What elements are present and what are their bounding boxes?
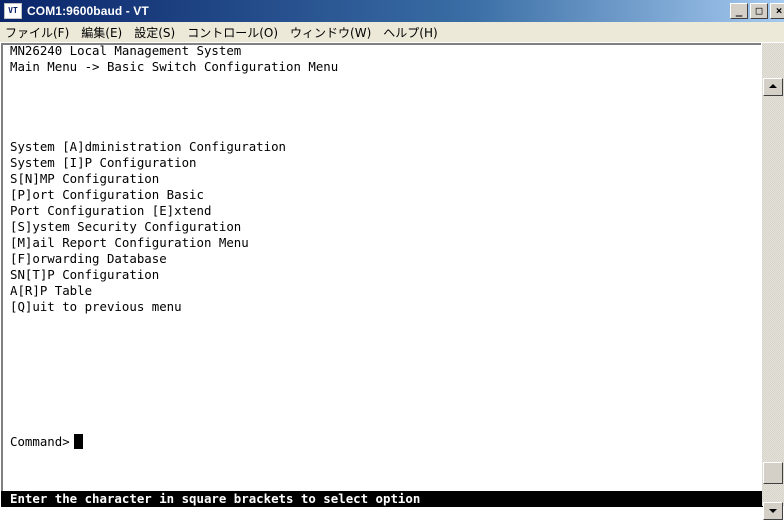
- menu-option-arp[interactable]: A[R]P Table: [10, 283, 92, 299]
- command-line[interactable]: Command>: [10, 434, 83, 450]
- menu-option-forwarding[interactable]: [F]orwarding Database: [10, 251, 167, 267]
- arrow-up-icon: [769, 84, 777, 88]
- menu-option-administration[interactable]: System [A]dministration Configuration: [10, 139, 286, 155]
- maximize-button[interactable]: □: [750, 3, 768, 19]
- close-button[interactable]: ×: [770, 3, 784, 19]
- minimize-button[interactable]: _: [730, 3, 748, 19]
- vertical-scrollbar[interactable]: [762, 43, 784, 520]
- terminal-window: VT COM1:9600baud - VT _ □ × ファイル(F) 編集(E…: [0, 0, 784, 520]
- window-controls: _ □ ×: [728, 3, 784, 19]
- system-title: MN26240 Local Management System: [10, 43, 242, 58]
- text-cursor: [73, 434, 83, 449]
- breadcrumb: Main Menu -> Basic Switch Configuration …: [10, 59, 339, 74]
- scroll-up-button[interactable]: [763, 78, 783, 96]
- scrollbar-thumb[interactable]: [763, 462, 783, 484]
- title-bar[interactable]: VT COM1:9600baud - VT _ □ ×: [0, 0, 784, 22]
- menu-option-port-extend[interactable]: Port Configuration [E]xtend: [10, 203, 211, 219]
- window-title: COM1:9600baud - VT: [27, 4, 149, 18]
- menu-option-port-basic[interactable]: [P]ort Configuration Basic: [10, 187, 204, 203]
- terminal-screen[interactable]: MN26240 Local Management System Main Men…: [10, 27, 760, 504]
- menu-option-sntp[interactable]: SN[T]P Configuration: [10, 267, 159, 283]
- menu-option-mail-report[interactable]: [M]ail Report Configuration Menu: [10, 235, 249, 251]
- menu-option-ip[interactable]: System [I]P Configuration: [10, 155, 197, 171]
- arrow-down-icon: [769, 509, 777, 513]
- scroll-down-button[interactable]: [763, 502, 783, 520]
- vt-app-icon[interactable]: VT: [4, 3, 22, 19]
- menu-option-snmp[interactable]: S[N]MP Configuration: [10, 171, 159, 187]
- command-prompt: Command>: [10, 434, 70, 449]
- menu-option-quit[interactable]: [Q]uit to previous menu: [10, 299, 182, 315]
- menu-option-security[interactable]: [S]ystem Security Configuration: [10, 219, 241, 235]
